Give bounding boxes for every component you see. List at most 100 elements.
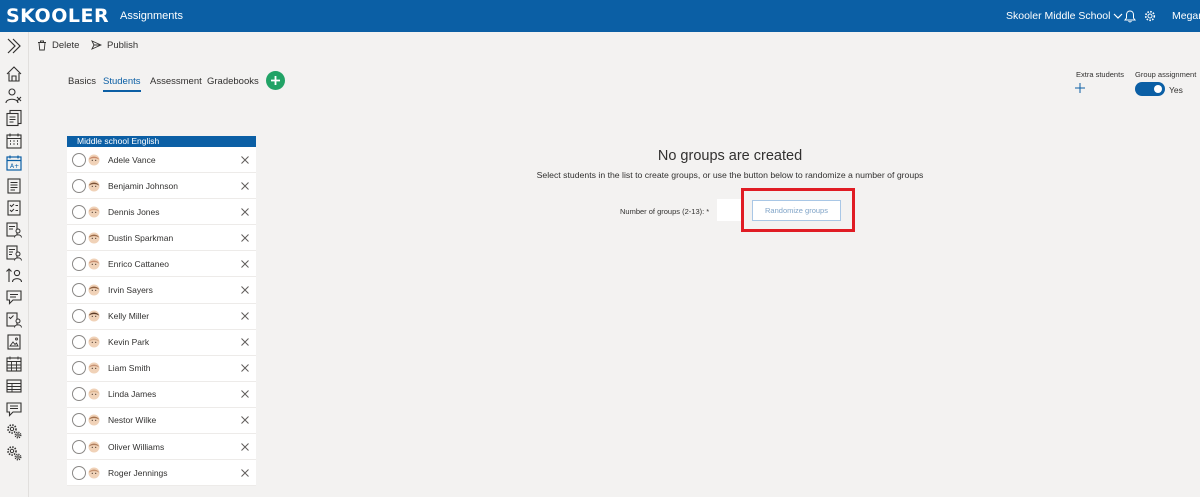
student-select-radio[interactable] bbox=[72, 283, 86, 298]
student-row[interactable]: Oliver Williams bbox=[67, 434, 256, 461]
student-select-radio[interactable] bbox=[72, 465, 86, 480]
notes-icon[interactable] bbox=[4, 176, 24, 196]
student-avatar-icon bbox=[88, 362, 100, 374]
close-icon[interactable] bbox=[240, 233, 250, 243]
student-row[interactable]: Linda James bbox=[67, 382, 256, 408]
documents-icon[interactable] bbox=[4, 108, 24, 128]
student-select-radio[interactable] bbox=[72, 230, 86, 245]
calendar-grid-icon[interactable] bbox=[4, 354, 24, 374]
close-icon[interactable] bbox=[240, 415, 250, 425]
user-name[interactable]: Megan bbox=[1172, 10, 1200, 22]
student-row[interactable]: Kevin Park bbox=[67, 330, 256, 356]
student-name: Kelly Miller bbox=[108, 311, 150, 322]
student-select-radio[interactable] bbox=[72, 178, 86, 193]
student-avatar-icon bbox=[88, 284, 100, 296]
student-row[interactable]: Dustin Sparkman bbox=[67, 225, 256, 252]
student-select-radio[interactable] bbox=[72, 152, 86, 167]
student-row[interactable]: Enrico Cattaneo bbox=[67, 251, 256, 278]
tab-students[interactable]: Students bbox=[103, 76, 141, 92]
user-check-icon[interactable] bbox=[4, 310, 24, 330]
user-remove-icon[interactable] bbox=[4, 86, 24, 106]
user-sort-icon[interactable] bbox=[4, 265, 24, 285]
close-icon[interactable] bbox=[240, 389, 250, 399]
feedback-icon[interactable] bbox=[4, 399, 24, 419]
close-icon[interactable] bbox=[240, 442, 250, 452]
close-icon[interactable] bbox=[240, 155, 250, 165]
student-avatar-icon bbox=[88, 441, 100, 453]
image-document-icon[interactable] bbox=[4, 332, 24, 352]
student-row[interactable]: Roger Jennings bbox=[67, 460, 256, 487]
school-name: Skooler Middle School bbox=[1006, 10, 1111, 22]
student-name: Dustin Sparkman bbox=[108, 232, 174, 243]
publish-button[interactable]: Publish bbox=[91, 38, 138, 52]
calendar-icon[interactable] bbox=[4, 131, 24, 151]
student-name: Linda James bbox=[108, 389, 157, 400]
student-avatar-icon bbox=[88, 467, 100, 479]
student-row[interactable]: Liam Smith bbox=[67, 356, 256, 382]
student-avatar-icon bbox=[88, 388, 100, 400]
group-assignment-toggle[interactable] bbox=[1135, 82, 1165, 96]
add-tab-button[interactable] bbox=[266, 71, 285, 90]
close-icon[interactable] bbox=[240, 363, 250, 373]
student-select-radio[interactable] bbox=[72, 335, 86, 350]
student-select-radio[interactable] bbox=[72, 361, 86, 376]
randomize-groups-button[interactable]: Randomize groups bbox=[752, 200, 841, 221]
plus-icon bbox=[271, 76, 280, 85]
tab-assessment[interactable]: Assessment bbox=[150, 76, 202, 87]
student-row[interactable]: Adele Vance bbox=[67, 147, 256, 174]
add-extra-student-button[interactable] bbox=[1075, 81, 1085, 95]
chat-icon[interactable] bbox=[4, 287, 24, 307]
group-assignment-label: Group assignment bbox=[1135, 70, 1197, 79]
student-avatar-icon bbox=[88, 206, 100, 218]
student-select-radio[interactable] bbox=[72, 413, 86, 428]
close-icon[interactable] bbox=[240, 468, 250, 478]
student-select-radio[interactable] bbox=[72, 256, 86, 271]
home-icon[interactable] bbox=[4, 64, 24, 84]
school-selector[interactable]: Skooler Middle School bbox=[1006, 10, 1123, 22]
student-select-radio[interactable] bbox=[72, 309, 86, 324]
student-avatar-icon bbox=[88, 258, 100, 270]
student-select-radio[interactable] bbox=[72, 439, 86, 454]
send-icon bbox=[91, 40, 102, 50]
grade-calendar-icon[interactable]: A+ bbox=[4, 153, 24, 173]
gear-icon[interactable] bbox=[1143, 9, 1157, 23]
delete-button[interactable]: Delete bbox=[37, 38, 79, 52]
student-name: Dennis Jones bbox=[108, 206, 160, 217]
close-icon[interactable] bbox=[240, 181, 250, 191]
student-select-radio[interactable] bbox=[72, 387, 86, 402]
tab-gradebooks[interactable]: Gradebooks bbox=[207, 76, 259, 87]
student-name: Irvin Sayers bbox=[108, 285, 153, 296]
student-avatar-icon bbox=[88, 154, 100, 166]
close-icon[interactable] bbox=[240, 311, 250, 321]
student-row[interactable]: Kelly Miller bbox=[67, 304, 256, 330]
student-row[interactable]: Dennis Jones bbox=[67, 199, 256, 226]
tab-basics[interactable]: Basics bbox=[68, 76, 96, 87]
student-row[interactable]: Benjamin Johnson bbox=[67, 173, 256, 200]
class-name: Middle school English bbox=[67, 136, 256, 147]
app-logo[interactable]: SKOOLER bbox=[6, 5, 109, 27]
student-row[interactable]: Irvin Sayers bbox=[67, 277, 256, 304]
table-icon[interactable] bbox=[4, 376, 24, 396]
close-icon[interactable] bbox=[240, 285, 250, 295]
bell-icon[interactable] bbox=[1123, 9, 1137, 23]
toggle-knob bbox=[1154, 85, 1162, 93]
close-icon[interactable] bbox=[240, 259, 250, 269]
settings-gears-icon[interactable] bbox=[4, 421, 24, 441]
number-of-groups-input[interactable] bbox=[717, 199, 741, 221]
expand-chevrons-icon[interactable] bbox=[4, 36, 24, 56]
close-icon[interactable] bbox=[240, 207, 250, 217]
trash-icon bbox=[38, 40, 46, 50]
student-name: Enrico Cattaneo bbox=[108, 258, 169, 269]
left-nav-rail: A+ bbox=[0, 32, 29, 497]
student-name: Kevin Park bbox=[108, 337, 150, 348]
student-row[interactable]: Nestor Wilke bbox=[67, 408, 256, 435]
close-icon[interactable] bbox=[240, 337, 250, 347]
checklist-icon[interactable] bbox=[4, 198, 24, 218]
student-name: Nestor Wilke bbox=[108, 415, 157, 426]
student-name: Oliver Williams bbox=[108, 441, 165, 452]
user-list-icon[interactable] bbox=[4, 243, 24, 263]
settings-gears-alt-icon[interactable] bbox=[4, 443, 24, 463]
student-select-radio[interactable] bbox=[72, 204, 86, 219]
group-assignment-value: Yes bbox=[1169, 85, 1183, 95]
user-document-icon[interactable] bbox=[4, 220, 24, 240]
